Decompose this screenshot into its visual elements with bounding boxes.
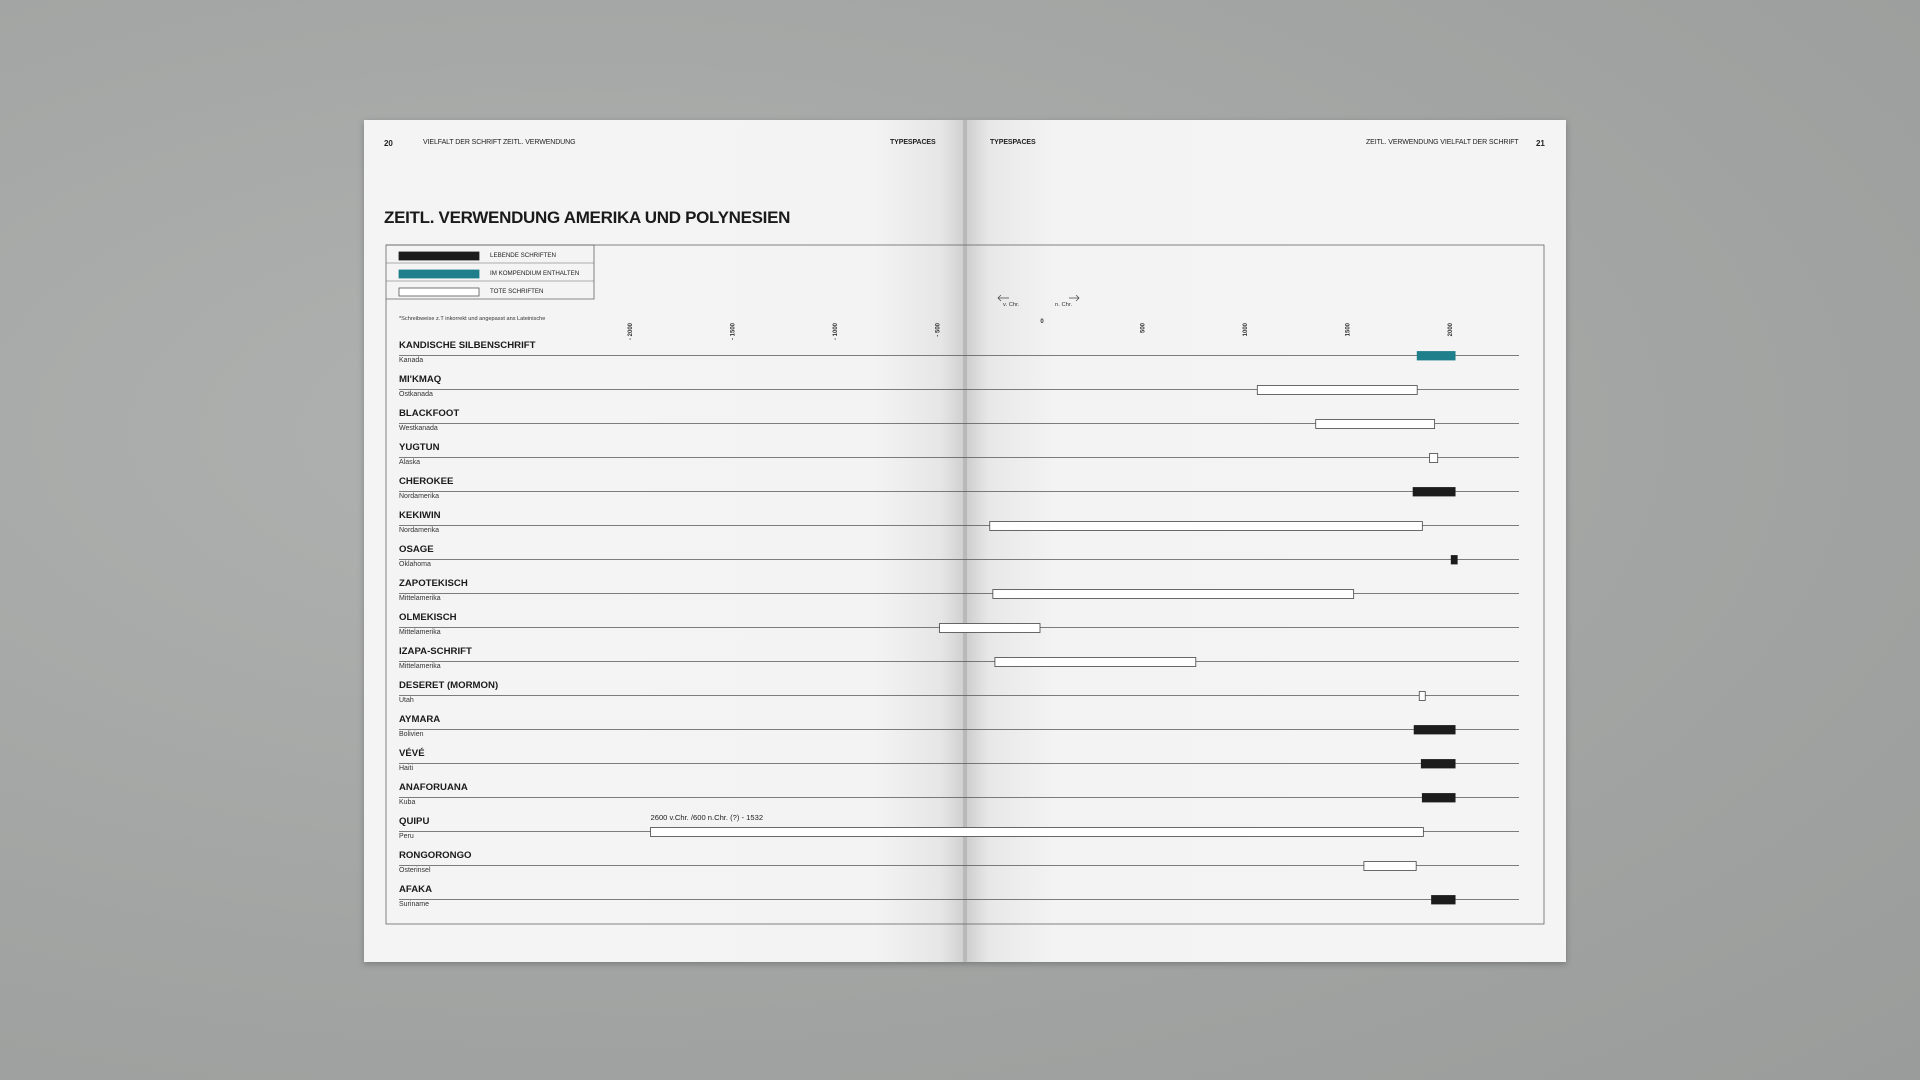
timeline-row: AFAKA Suriname (399, 884, 1519, 908)
row-region: Ostkanada (399, 391, 433, 398)
timeline-row: ANAFORUANA Kuba (399, 782, 1519, 806)
row-region: Suriname (399, 901, 429, 908)
row-bar-dead (1256, 385, 1418, 395)
row-region: Nordamerika (399, 527, 439, 534)
row-region: Osterinsel (399, 867, 431, 874)
arrow-left-icon (997, 294, 1009, 302)
row-name: ANAFORUANA (399, 782, 468, 793)
timeline-row: KEKIWIN Nordamerika (399, 510, 1519, 534)
row-annotation: 2600 v.Chr. /600 n.Chr. (?) - 1532 (651, 813, 764, 822)
row-name: BLACKFOOT (399, 408, 459, 419)
timeline-row: DESERET (MORMON) Utah (399, 680, 1519, 704)
row-name: KEKIWIN (399, 510, 441, 521)
timeline-row: VÉVÉ Haiti (399, 747, 1519, 772)
timeline-row: IZAPA-SCHRIFT Mittelamerika (399, 646, 1519, 670)
legend: LEBENDE SCHRIFTEN IM KOMPENDIUM ENTHALTEN… (386, 244, 595, 300)
x-tick-label: - 1500 (731, 322, 737, 340)
chart-frame (385, 244, 1545, 925)
book-spread: 20 VIELFALT DER SCHRIFT ZEITL. VERWENDUN… (364, 120, 1566, 962)
row-bar-dead (1363, 861, 1417, 871)
era-label-bc: v. Chr. (1003, 302, 1020, 308)
row-name: RONGORONGO (399, 850, 472, 861)
legend-swatch-living (398, 251, 480, 261)
row-region: Haiti (399, 765, 413, 772)
chart-footnote: *Schreibweise z.T inkorrekt und angepass… (399, 316, 545, 322)
row-region: Nordamerika (399, 493, 439, 500)
row-region: Mittelamerika (399, 629, 441, 636)
row-region: Utah (399, 697, 414, 704)
row-region: Peru (399, 833, 414, 840)
x-tick-label: - 1000 (833, 322, 839, 340)
timeline-row: RONGORONGO Osterinsel (399, 850, 1519, 874)
x-tick-label: - 500 (936, 322, 942, 336)
row-name: KANDISCHE SILBENSCHRIFT (399, 340, 536, 351)
row-name: ZAPOTEKISCH (399, 578, 468, 589)
arrow-right-icon (1069, 294, 1080, 302)
timeline-row: OLMEKISCH Mittelamerika (399, 612, 1519, 636)
era-label-ad: n. Chr. (1055, 302, 1072, 308)
timeline-row: YUGTUN Alaska (399, 442, 1519, 466)
row-bar-living (1420, 759, 1456, 769)
row-region: Oklahoma (399, 561, 431, 568)
timeline-row: CHEROKEE Nordamerika (399, 476, 1519, 500)
row-bar-dead (939, 623, 1041, 633)
timeline-row: QUIPU Peru 2600 v.Chr. /600 n.Chr. (?) - 1… (399, 813, 1519, 840)
row-name: DESERET (MORMON) (399, 680, 498, 691)
row-region: Kuba (399, 799, 415, 806)
row-bar-dead (992, 589, 1355, 599)
row-region: Westkanada (399, 425, 438, 432)
x-tick-label: 500 (1141, 322, 1147, 333)
x-tick-label: 0 (1040, 319, 1044, 325)
row-bar-living (1421, 793, 1456, 803)
x-tick-label: 2000 (1448, 322, 1454, 336)
legend-swatch-compendium (398, 269, 480, 279)
row-bar-living (1450, 555, 1458, 565)
legend-label-living: LEBENDE SCHRIFTEN (490, 252, 556, 259)
row-region: Bolivien (399, 731, 424, 738)
x-tick-label: 1500 (1346, 322, 1352, 336)
row-bar-dead (994, 657, 1197, 667)
row-bar-dead (1429, 453, 1439, 463)
row-name: MI'KMAQ (399, 374, 442, 385)
row-name: AFAKA (399, 884, 432, 895)
legend-label-compendium: IM KOMPENDIUM ENTHALTEN (490, 270, 579, 277)
x-tick-label: - 2000 (628, 322, 634, 340)
row-bar-living (1412, 487, 1456, 497)
timeline-row: MI'KMAQ Ostkanada (399, 374, 1519, 398)
row-name: OLMEKISCH (399, 612, 457, 623)
row-region: Mittelamerika (399, 595, 441, 602)
row-name: VÉVÉ (399, 747, 425, 759)
timeline-row: BLACKFOOT Westkanada (399, 408, 1519, 432)
x-tick-label: 1000 (1243, 322, 1249, 336)
row-bar-living (1431, 895, 1456, 905)
row-region: Mittelamerika (399, 663, 441, 670)
row-bar-compendium (1416, 351, 1456, 361)
legend-label-dead: TOTE SCHRIFTEN (490, 288, 544, 295)
timeline-chart: LEBENDE SCHRIFTEN IM KOMPENDIUM ENTHALTEN… (385, 244, 1545, 925)
row-name: CHEROKEE (399, 476, 454, 487)
timeline-row: AYMARA Bolivien (399, 714, 1519, 738)
row-name: QUIPU (399, 816, 429, 827)
row-name: OSAGE (399, 544, 434, 555)
row-name: YUGTUN (399, 442, 440, 453)
row-bar-dead (1315, 419, 1436, 429)
row-bar-dead (650, 827, 1424, 837)
legend-swatch-dead (398, 287, 480, 297)
row-bar-dead (1418, 691, 1426, 701)
timeline-row: ZAPOTEKISCH Mittelamerika (399, 578, 1519, 602)
row-region: Alaska (399, 459, 420, 466)
timeline-row: KANDISCHE SILBENSCHRIFT Kanada (399, 340, 1519, 364)
row-region: Kanada (399, 357, 423, 364)
row-bar-dead (989, 521, 1423, 531)
row-bar-living (1413, 725, 1456, 735)
row-name: AYMARA (399, 714, 440, 725)
row-name: IZAPA-SCHRIFT (399, 646, 472, 657)
timeline-row: OSAGE Oklahoma (399, 544, 1519, 568)
